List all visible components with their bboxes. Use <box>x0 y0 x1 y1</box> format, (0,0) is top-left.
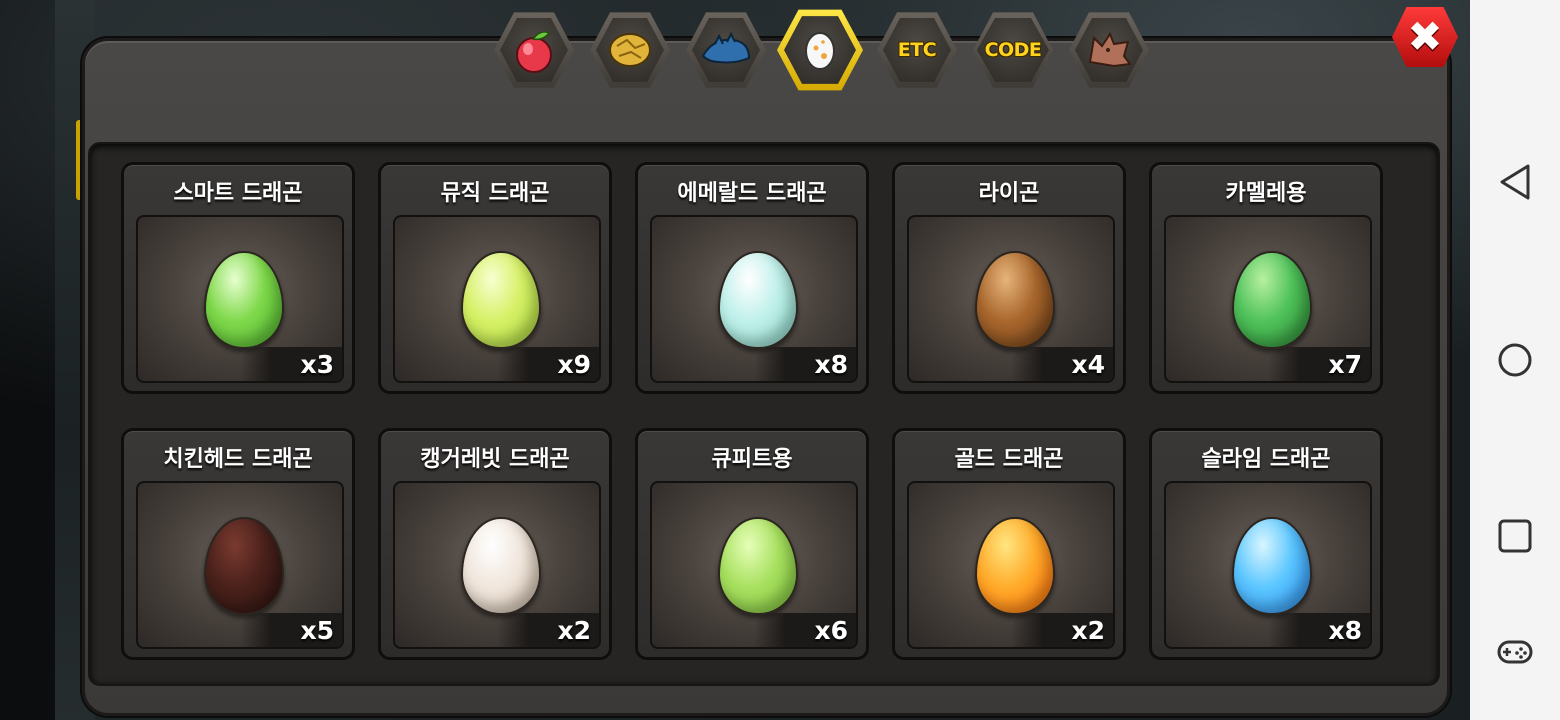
egg-slot: x4 <box>907 215 1115 383</box>
egg-card[interactable]: 골드 드래곤 x2 <box>892 428 1126 660</box>
tab-egg[interactable] <box>776 8 864 92</box>
egg-card-title: 라이곤 <box>978 181 1040 206</box>
back-icon <box>1500 164 1530 200</box>
egg-icon <box>718 251 798 349</box>
egg-card[interactable]: 뮤직 드래곤 x9 <box>378 162 612 394</box>
egg-slot: x2 <box>907 481 1115 649</box>
egg-card[interactable]: 카멜레용 x7 <box>1149 162 1383 394</box>
egg-icon <box>975 251 1055 349</box>
egg-card-title: 큐피트용 <box>711 447 793 472</box>
egg-slot: x5 <box>136 481 344 649</box>
tab-fruit[interactable] <box>490 8 578 92</box>
egg-slot: x8 <box>1164 481 1372 649</box>
egg-card-title: 슬라임 드래곤 <box>1201 447 1331 472</box>
egg-card[interactable]: 라이곤 x4 <box>892 162 1126 394</box>
egg-card[interactable]: 에메랄드 드래곤 x8 <box>635 162 869 394</box>
egg-count: x8 <box>814 350 848 379</box>
egg-card-title: 에메랄드 드래곤 <box>677 181 827 206</box>
etc-tab-label: ETC <box>897 39 937 61</box>
egg-slot: x3 <box>136 215 344 383</box>
egg-count: x3 <box>300 350 334 379</box>
egg-icon <box>718 517 798 615</box>
egg-icon <box>1232 251 1312 349</box>
wolf-icon <box>1088 31 1132 68</box>
egg-card[interactable]: 치킨헤드 드래곤 x5 <box>121 428 355 660</box>
egg-count: x4 <box>1071 350 1105 379</box>
egg-card[interactable]: 캥거레빗 드래곤 x2 <box>378 428 612 660</box>
game-screen: ETC CODE ✖ 스마트 드래곤 x3 뮤직 드래곤 x9 에메랄드 드래곤 x8 라이… <box>0 0 1470 720</box>
tab-gold-rock[interactable] <box>586 8 674 92</box>
recents-icon <box>1498 519 1532 553</box>
gold-rock-icon <box>609 33 651 67</box>
egg-icon <box>975 517 1055 615</box>
egg-card-title: 치킨헤드 드래곤 <box>163 447 313 472</box>
egg-card-title: 뮤직 드래곤 <box>440 181 550 206</box>
egg-icon <box>461 517 541 615</box>
system-navigation-bar <box>1470 0 1560 720</box>
egg-count: x6 <box>814 616 848 645</box>
egg-slot: x9 <box>393 215 601 383</box>
egg-card-title: 스마트 드래곤 <box>173 181 303 206</box>
egg-slot: x7 <box>1164 215 1372 383</box>
dragon-icon <box>701 31 751 64</box>
tab-code[interactable]: CODE <box>969 8 1057 92</box>
egg-slot: x2 <box>393 481 601 649</box>
recents-button[interactable] <box>1495 516 1535 556</box>
tab-wolf[interactable] <box>1065 8 1153 92</box>
egg-slot: x8 <box>650 215 858 383</box>
egg-icon <box>1232 517 1312 615</box>
tab-dragon[interactable] <box>682 8 770 92</box>
gamepad-icon <box>1497 640 1533 664</box>
egg-icon <box>204 517 284 615</box>
egg-slot: x6 <box>650 481 858 649</box>
egg-card-title: 골드 드래곤 <box>954 447 1064 472</box>
egg-count: x2 <box>557 616 591 645</box>
code-tab-label: CODE <box>984 39 1042 61</box>
egg-count: x9 <box>557 350 591 379</box>
egg-card-title: 캥거레빗 드래곤 <box>420 447 570 472</box>
home-icon <box>1498 343 1532 377</box>
egg-icon <box>204 251 284 349</box>
home-button[interactable] <box>1495 340 1535 380</box>
egg-icon <box>805 32 835 70</box>
egg-card-title: 카멜레용 <box>1225 181 1307 206</box>
close-button[interactable]: ✖ <box>1392 6 1458 68</box>
egg-count: x8 <box>1328 616 1362 645</box>
egg-card[interactable]: 슬라임 드래곤 x8 <box>1149 428 1383 660</box>
egg-card[interactable]: 큐피트용 x6 <box>635 428 869 660</box>
tab-etc[interactable]: ETC <box>873 8 961 92</box>
close-icon: ✖ <box>1407 12 1443 61</box>
egg-card[interactable]: 스마트 드래곤 x3 <box>121 162 355 394</box>
egg-count: x2 <box>1071 616 1105 645</box>
fruit-icon <box>516 31 552 73</box>
egg-icon <box>461 251 541 349</box>
back-button[interactable] <box>1495 162 1535 202</box>
game-mode-button[interactable] <box>1495 632 1535 672</box>
egg-count: x7 <box>1328 350 1362 379</box>
egg-count: x5 <box>300 616 334 645</box>
